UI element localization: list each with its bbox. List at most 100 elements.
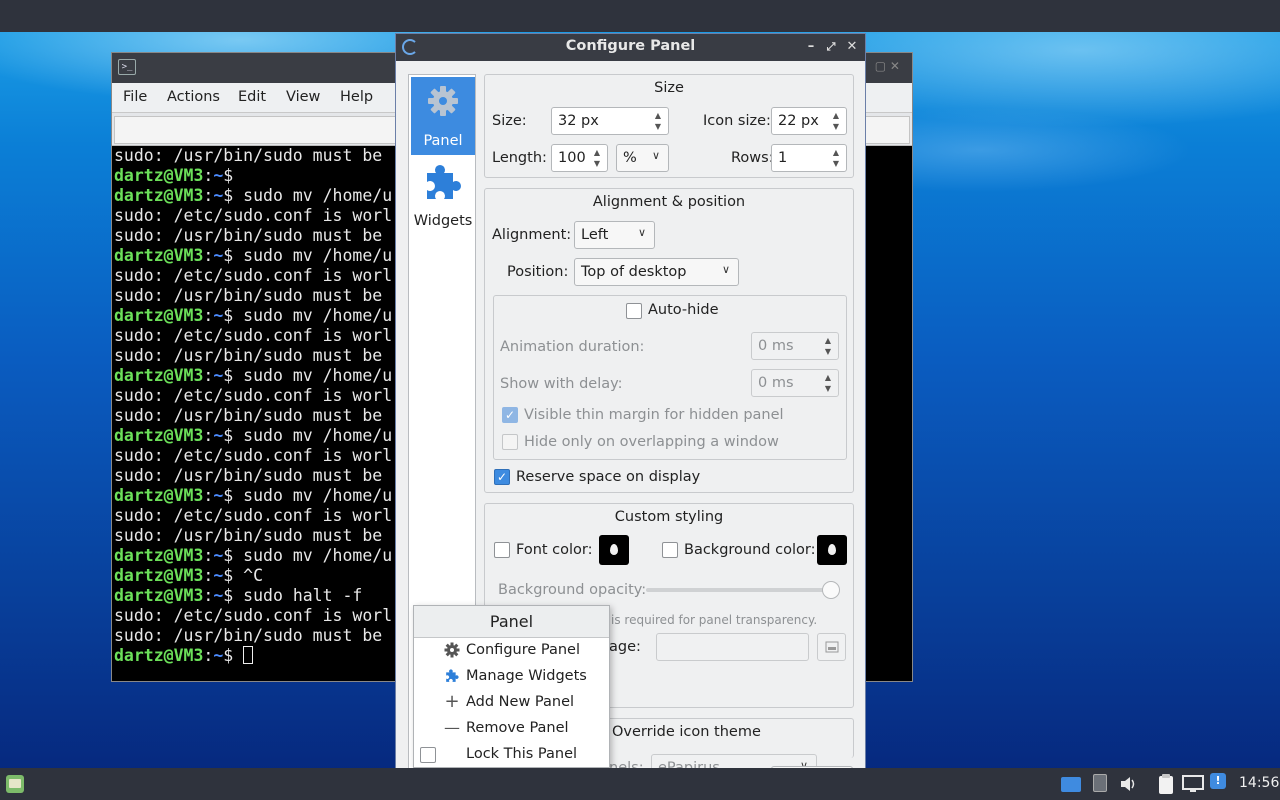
- context-menu-header: Panel: [414, 606, 609, 638]
- alignment-group-title: Alignment & position: [592, 194, 746, 210]
- terminal-output-line: sudo: /etc/sudo.conf is worl: [114, 326, 393, 345]
- menu-item-remove-panel[interactable]: — Remove Panel: [414, 716, 609, 742]
- autohide-checkbox[interactable]: [626, 303, 642, 319]
- prompt-path: ~: [213, 306, 224, 325]
- puzzle-icon: [446, 669, 459, 682]
- menu-help[interactable]: Help: [340, 89, 373, 105]
- clipboard-icon[interactable]: [1156, 773, 1176, 795]
- position-select[interactable]: Top of desktop ∨: [574, 258, 739, 286]
- font-color-checkbox[interactable]: [494, 542, 510, 558]
- prompt-separator: :: [203, 426, 214, 445]
- prompt-path: ~: [213, 186, 224, 205]
- maximize-button[interactable]: ⤢: [822, 37, 840, 57]
- page-panel[interactable]: Panel: [411, 77, 475, 155]
- prompt-separator: :: [203, 366, 214, 385]
- size-group-title: Size: [654, 80, 684, 96]
- alignment-select[interactable]: Left ∨: [574, 221, 655, 249]
- menu-item-manage-widgets[interactable]: Manage Widgets: [414, 664, 609, 690]
- bg-image-browse-button[interactable]: [817, 633, 846, 661]
- prompt-path: ~: [213, 166, 224, 185]
- clock[interactable]: 14:56: [1239, 775, 1279, 791]
- network-icon[interactable]: [1182, 775, 1204, 793]
- terminal-window-buttons[interactable]: ▢ ✕: [875, 59, 900, 73]
- prompt-path: ~: [213, 366, 224, 385]
- animation-duration-spinbox[interactable]: 0 ms ▲ ▼: [751, 332, 839, 360]
- menu-item-add-new-panel[interactable]: + Add New Panel: [414, 690, 609, 716]
- update-notifier-icon[interactable]: !: [1210, 773, 1226, 789]
- terminal-output-line: sudo: /usr/bin/sudo must be: [114, 146, 383, 165]
- bg-color-checkbox[interactable]: [662, 542, 678, 558]
- icon-size-spinbox[interactable]: 22 px ▲ ▼: [771, 107, 847, 135]
- chevron-down-icon: ∨: [637, 226, 646, 239]
- gear-icon: [428, 86, 458, 116]
- prompt-path: ~: [213, 246, 224, 265]
- position-value: Top of desktop: [581, 264, 687, 280]
- terminal-output-line: sudo: /usr/bin/sudo must be: [114, 466, 383, 485]
- close-button[interactable]: ✕: [843, 37, 861, 57]
- menu-actions[interactable]: Actions: [167, 89, 220, 105]
- menu-view[interactable]: View: [286, 89, 320, 105]
- menu-item-label: Lock This Panel: [466, 746, 578, 762]
- terminal-output-line: sudo: /usr/bin/sudo must be: [114, 226, 383, 245]
- styling-group-title: Custom styling: [614, 509, 724, 525]
- volume-icon[interactable]: [1119, 775, 1137, 793]
- alignment-value: Left: [581, 227, 609, 243]
- position-label: Position:: [507, 264, 569, 280]
- overlap-checkbox[interactable]: [502, 434, 518, 450]
- prompt-command: $ sudo mv /home/u: [223, 426, 393, 445]
- prompt-user: dartz@VM3: [114, 646, 204, 665]
- prompt-user: dartz@VM3: [114, 366, 204, 385]
- prompt-command: $ sudo mv /home/u: [223, 186, 393, 205]
- length-unit-select[interactable]: % ∨: [616, 144, 669, 172]
- opacity-slider-track[interactable]: [646, 588, 838, 592]
- minimize-button[interactable]: –: [802, 37, 820, 57]
- menu-item-label: Configure Panel: [466, 642, 581, 658]
- length-spinbox[interactable]: 100 ▲ ▼: [551, 144, 608, 172]
- opacity-label: Background opacity:: [498, 582, 647, 598]
- top-panel: [0, 0, 1280, 32]
- storage-icon[interactable]: [1093, 774, 1107, 792]
- compositing-note: is required for panel transparency.: [611, 613, 818, 627]
- start-menu-icon[interactable]: [6, 775, 24, 793]
- dialog-titlebar[interactable]: Configure Panel – ⤢ ✕: [396, 34, 865, 61]
- menu-item-configure-panel[interactable]: Configure Panel: [414, 638, 609, 664]
- show-delay-spinbox[interactable]: 0 ms ▲ ▼: [751, 369, 839, 397]
- bg-image-field[interactable]: [656, 633, 809, 661]
- terminal-prompt-line: dartz@VM3:~$ sudo mv /home/u: [114, 186, 392, 206]
- terminal-prompt-line: dartz@VM3:~$ sudo halt -f: [114, 586, 362, 606]
- terminal-output-line: sudo: /etc/sudo.conf is worl: [114, 206, 393, 225]
- prompt-path: ~: [213, 546, 224, 565]
- page-widgets[interactable]: Widgets: [411, 157, 475, 235]
- desktop-switcher-icon[interactable]: [1061, 777, 1081, 792]
- terminal-output-line: sudo: /usr/bin/sudo must be: [114, 626, 383, 645]
- length-value: 100: [558, 150, 586, 166]
- prompt-user: dartz@VM3: [114, 166, 204, 185]
- menu-item-lock-panel[interactable]: Lock This Panel: [414, 742, 609, 768]
- menu-edit[interactable]: Edit: [238, 89, 266, 105]
- prompt-separator: :: [203, 306, 214, 325]
- lock-panel-checkbox[interactable]: [420, 747, 436, 763]
- show-delay-label: Show with delay:: [500, 376, 623, 392]
- reserve-space-checkbox[interactable]: ✓: [494, 469, 510, 485]
- prompt-user: dartz@VM3: [114, 186, 204, 205]
- bg-color-button[interactable]: [817, 535, 847, 565]
- opacity-slider-knob[interactable]: [822, 581, 840, 599]
- prompt-command: $ sudo mv /home/u: [223, 546, 393, 565]
- size-spinbox[interactable]: 32 px ▲ ▼: [551, 107, 669, 135]
- thin-margin-checkbox[interactable]: ✓: [502, 407, 518, 423]
- autohide-label: Auto-hide: [648, 302, 719, 318]
- terminal-prompt-line: dartz@VM3:~$ ^C: [114, 566, 263, 586]
- gear-icon: [444, 642, 460, 658]
- font-color-button[interactable]: [599, 535, 629, 565]
- size-value: 32 px: [558, 113, 599, 129]
- rows-label: Rows:: [731, 150, 774, 166]
- prompt-user: dartz@VM3: [114, 546, 204, 565]
- terminal-output-line: sudo: /etc/sudo.conf is worl: [114, 386, 393, 405]
- size-label: Size:: [492, 113, 527, 129]
- menu-file[interactable]: File: [123, 89, 147, 105]
- prompt-separator: :: [203, 186, 214, 205]
- page-widgets-label: Widgets: [413, 213, 473, 229]
- rows-spinbox[interactable]: 1 ▲ ▼: [771, 144, 847, 172]
- prompt-path: ~: [213, 586, 224, 605]
- menu-item-label: Remove Panel: [466, 720, 569, 736]
